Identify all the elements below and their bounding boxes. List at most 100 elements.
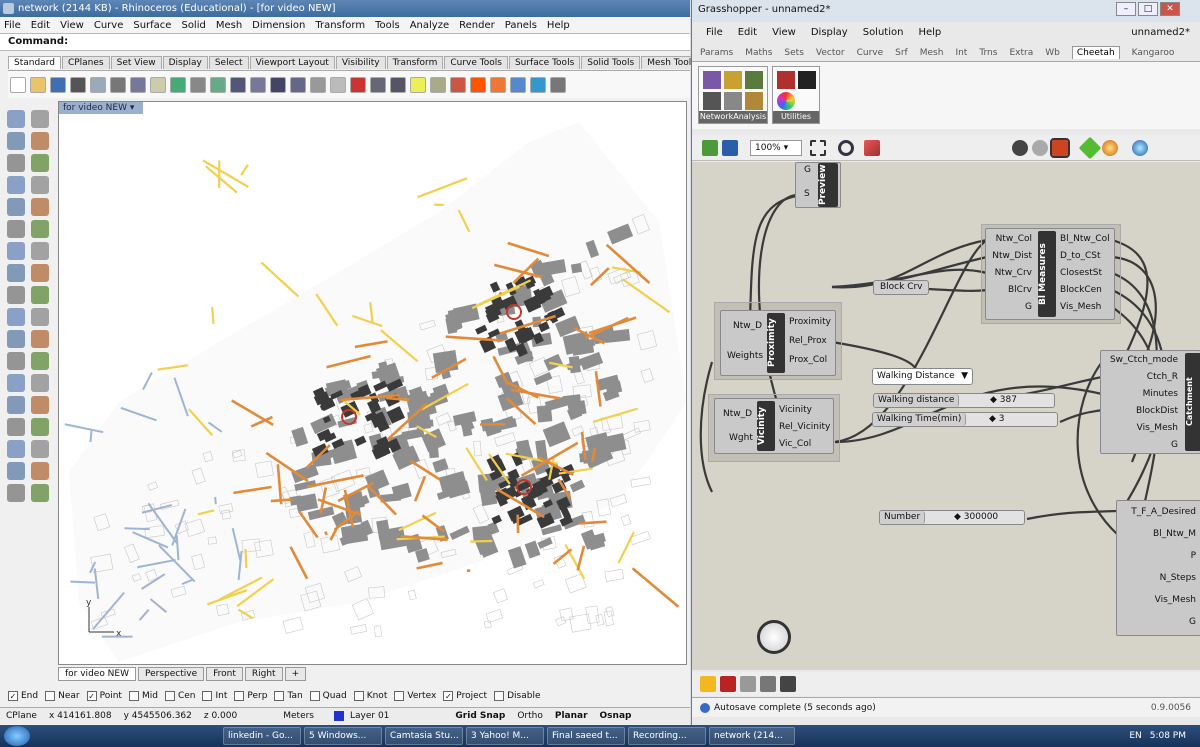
osnap-checkbox-quad[interactable]	[309, 691, 320, 701]
cut-icon[interactable]	[110, 76, 126, 93]
select-icon[interactable]	[370, 76, 386, 93]
rhino-tab-standard[interactable]: Standard	[8, 56, 61, 69]
gh-tab-srf[interactable]: Srf	[895, 48, 908, 58]
open-icon[interactable]	[30, 76, 46, 93]
vicinity-component[interactable]: Ntw_D Wght Vicinity Vicinity Rel_Vicinit…	[714, 398, 834, 454]
walking-distance-dropdown[interactable]: Walking Distance ▼	[872, 368, 973, 385]
mesh-tool-icon[interactable]	[745, 71, 763, 89]
rhino-tab-transform[interactable]: Transform	[386, 56, 444, 69]
dropdown-arrow-icon[interactable]: ▼	[961, 369, 968, 384]
zoom-icon[interactable]	[230, 76, 246, 93]
render-tool-icon[interactable]	[31, 484, 49, 502]
layer-label[interactable]: Layer 01	[350, 711, 389, 721]
proximity-component[interactable]: Ntw_D Weights Proximity Proximity Rel_Pr…	[720, 310, 836, 376]
taskbar-item-2[interactable]: Camtasia Stu...	[385, 727, 463, 745]
viewport-tab-for-video-new[interactable]: for video NEW	[58, 667, 136, 681]
selected-only-icon[interactable]	[1078, 136, 1102, 159]
rhino-menu-solid[interactable]: Solid	[181, 20, 205, 31]
walking-time-slider[interactable]: Walking Time(min) ◆ 3	[872, 412, 1058, 427]
catchment-input-minutes[interactable]: Minutes	[1143, 389, 1178, 399]
osnap-tan[interactable]: Tan	[274, 691, 303, 701]
pan-icon[interactable]	[190, 76, 206, 93]
taskbar-item-0[interactable]: linkedin - Go...	[223, 727, 301, 745]
layer-icon[interactable]	[31, 440, 49, 458]
fix-tool-icon[interactable]	[780, 676, 796, 692]
rhino-menu-edit[interactable]: Edit	[31, 20, 50, 31]
start-button[interactable]	[4, 726, 30, 746]
osnap-near[interactable]: Near	[45, 691, 80, 701]
tfa-input-bl-ntw-m[interactable]: Bl_Ntw_M	[1153, 529, 1196, 539]
paste-icon[interactable]	[150, 76, 166, 93]
rotate-view-icon[interactable]	[210, 76, 226, 93]
group-icon[interactable]	[31, 418, 49, 436]
vicinity-output-vic-col[interactable]: Vic_Col	[779, 439, 811, 449]
rhino-tab-surface-tools[interactable]: Surface Tools	[508, 56, 581, 69]
osnap-end[interactable]: ✓ End	[8, 691, 38, 701]
circle-center-icon[interactable]	[31, 154, 49, 172]
osnap-knot[interactable]: Knot	[353, 691, 387, 701]
bl-measures-output-blockcen[interactable]: BlockCen	[1060, 285, 1102, 295]
bl-measures-output-bl-ntw-col[interactable]: Bl_Ntw_Col	[1060, 234, 1110, 244]
bl-measures-output-d-to-cst[interactable]: D_to_CSt	[1060, 251, 1101, 261]
rhino-tab-display[interactable]: Display	[162, 56, 208, 69]
rhino-tab-solid-tools[interactable]: Solid Tools	[581, 56, 641, 69]
taskbar-item-4[interactable]: Final saeed t...	[547, 727, 625, 745]
streets-tool-icon[interactable]	[703, 92, 721, 110]
grid-tool-icon[interactable]	[724, 71, 742, 89]
gh-tab-extra[interactable]: Extra	[1009, 48, 1033, 58]
osnap-perp[interactable]: Perp	[234, 691, 267, 701]
osnap-checkbox-knot[interactable]	[353, 691, 364, 701]
proximity-input-weights[interactable]: Weights	[727, 351, 763, 361]
catchment-input-vis-mesh[interactable]: Vis_Mesh	[1137, 423, 1178, 433]
gh-tab-cheetah[interactable]: Cheetah	[1071, 46, 1120, 59]
command-line[interactable]: Command:	[0, 33, 690, 51]
rhino-menu-panels[interactable]: Panels	[505, 20, 537, 31]
preview-component[interactable]: G S Preview	[795, 162, 841, 208]
rhino-tab-viewport-layout[interactable]: Viewport Layout	[249, 56, 335, 69]
add-viewport-tab-icon[interactable]: +	[284, 667, 307, 681]
script-tool-icon[interactable]	[760, 676, 776, 692]
gh-tab-wb[interactable]: Wb	[1045, 48, 1060, 58]
minimize-button[interactable]: –	[1116, 2, 1136, 16]
osnap-checkbox-end[interactable]: ✓	[8, 691, 18, 701]
osnap-quad[interactable]: Quad	[309, 691, 347, 701]
close-button[interactable]: ✕	[1160, 2, 1180, 16]
curve-icon[interactable]	[31, 132, 49, 150]
grid-icon[interactable]	[330, 76, 346, 93]
taskbar-item-6[interactable]: network (214...	[709, 727, 795, 745]
osnap-checkbox-vertex[interactable]	[394, 691, 405, 701]
box-icon[interactable]	[7, 264, 25, 282]
osnap-checkbox-disable[interactable]	[494, 691, 505, 701]
proximity-output-proximity[interactable]: Proximity	[789, 317, 831, 327]
tfa-component[interactable]: T_F_A_Desired Bl_Ntw_M P N_Steps Vis_Mesh G	[1116, 500, 1200, 636]
rhino-menu-transform[interactable]: Transform	[315, 20, 365, 31]
osnap-checkbox-project[interactable]: ✓	[443, 691, 454, 701]
print-icon[interactable]	[70, 76, 86, 93]
sketch-icon[interactable]	[864, 139, 880, 156]
lighting-icon[interactable]	[7, 484, 25, 502]
offset-icon[interactable]	[7, 220, 25, 238]
planar-toggle[interactable]: Planar	[555, 711, 588, 721]
rotate-icon[interactable]	[7, 352, 25, 370]
rhino-tab-cplanes[interactable]: CPlanes	[61, 56, 110, 69]
tools-icon[interactable]	[550, 76, 566, 93]
rhino-menu-tools[interactable]: Tools	[375, 20, 400, 31]
sphere-icon[interactable]	[510, 76, 526, 93]
shaded-preview-icon[interactable]	[1050, 137, 1070, 158]
polygon-icon[interactable]	[7, 198, 25, 216]
top-viewport[interactable]: yx	[58, 101, 687, 665]
eye-icon[interactable]	[838, 139, 854, 156]
split-icon[interactable]	[31, 330, 49, 348]
zoom-selected-icon[interactable]	[290, 76, 306, 93]
mirror-icon[interactable]	[31, 352, 49, 370]
vicinity-input-wght[interactable]: Wght	[729, 433, 753, 443]
ellipse-icon[interactable]	[31, 176, 49, 194]
lightbulb-icon[interactable]	[410, 76, 426, 93]
preview-mode-icon[interactable]	[1012, 139, 1028, 156]
osnap-checkbox-mid[interactable]	[128, 691, 139, 701]
polyline-icon[interactable]	[7, 132, 25, 150]
gh-menu-file[interactable]: File	[706, 27, 723, 38]
gh-tab-params[interactable]: Params	[700, 48, 733, 58]
open-file-icon[interactable]	[702, 139, 718, 156]
rhino-menu-mesh[interactable]: Mesh	[216, 20, 242, 31]
